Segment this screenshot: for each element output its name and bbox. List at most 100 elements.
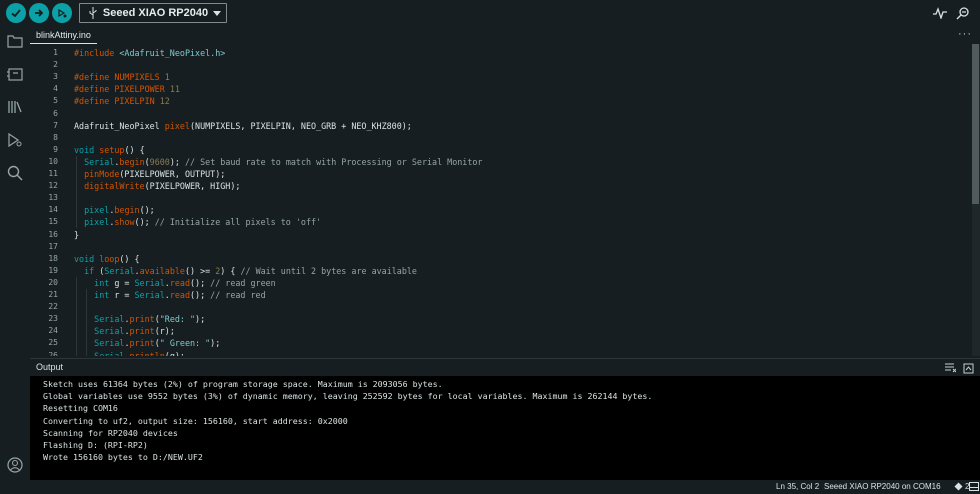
scrollbar-thumb[interactable] <box>972 44 979 204</box>
code-token: Serial <box>94 314 125 325</box>
code-token: int <box>94 277 115 288</box>
line-number: 26 <box>48 350 58 357</box>
code-token: print <box>129 338 155 349</box>
code-token: Serial <box>94 338 125 349</box>
code-token: Serial <box>94 326 125 337</box>
sketchbook-button[interactable] <box>6 32 24 50</box>
code-line[interactable]: pixel.show(); // Initialize all pixels t… <box>74 216 321 228</box>
chevron-down-icon <box>208 10 226 16</box>
code-token: <Adafruit_NeoPixel.h> <box>119 48 226 58</box>
line-number: 7 <box>53 120 58 130</box>
output-console[interactable]: Sketch uses 61364 bytes (2%) of program … <box>30 376 980 480</box>
lock-scroll-icon <box>963 363 973 373</box>
code-token: (PIXELPOWER, HIGH); <box>144 181 241 192</box>
clear-output-button[interactable] <box>944 362 956 374</box>
code-line[interactable]: pixel.begin(); <box>74 204 155 216</box>
serial-plotter-button[interactable] <box>932 5 948 21</box>
code-line[interactable]: digitalWrite(PIXELPOWER, HIGH); <box>74 180 240 192</box>
line-number: 4 <box>53 84 58 94</box>
code-line[interactable]: #define PIXELPOWER 11 <box>74 83 180 95</box>
code-line[interactable]: Serial.print(" Green: "); <box>74 337 220 349</box>
output-line: Sketch uses 61364 bytes (2%) of program … <box>43 379 443 389</box>
notifications-button[interactable]: 2 <box>954 482 969 491</box>
code-line[interactable]: pinMode(PIXELPOWER, OUTPUT); <box>74 168 225 180</box>
search-button[interactable] <box>6 164 24 182</box>
output-title: Output <box>36 362 64 372</box>
code-token: (); <box>190 290 211 300</box>
code-line[interactable]: int g = Serial.read(); // read green <box>74 277 276 289</box>
code-token: 9600 <box>149 156 170 167</box>
code-token: (); <box>139 205 155 216</box>
code-token: (g); <box>164 350 185 357</box>
code-token: ); <box>169 156 185 167</box>
code-token: // read red <box>210 290 266 300</box>
toolbar: Seeed XIAO RP2040 <box>0 0 980 26</box>
more-options-button[interactable]: ··· <box>958 26 972 42</box>
code-line[interactable]: Serial.print("Red: "); <box>74 313 205 325</box>
code-token: void <box>74 144 100 155</box>
code-token: pinMode <box>84 169 120 179</box>
code-line[interactable]: Serial.begin(9600); // Set baud rate to … <box>74 156 482 168</box>
code-line[interactable]: int r = Serial.read(); // read red <box>74 289 266 301</box>
code-line[interactable]: Serial.println(g); <box>74 350 185 357</box>
profile-button[interactable] <box>6 456 24 474</box>
code-token: loop <box>99 253 120 264</box>
line-number: 18 <box>48 253 58 263</box>
code-line[interactable]: #define NUMPIXELS 1 <box>74 71 170 83</box>
line-number: 20 <box>48 277 58 287</box>
code-line[interactable]: } <box>74 229 79 241</box>
code-token: 12 <box>159 96 170 107</box>
code-line[interactable]: #include <Adafruit_NeoPixel.h> <box>74 47 225 59</box>
line-number: 11 <box>48 169 58 178</box>
output-line: Flashing D: (RPI-RP2) <box>43 440 148 450</box>
code-line[interactable]: #define PIXELPIN 12 <box>74 95 170 107</box>
debug-panel-button[interactable] <box>6 131 24 149</box>
output-panel-header: Output <box>30 358 980 376</box>
board-port-status[interactable]: Seeed XIAO RP2040 on COM16 <box>824 482 941 491</box>
tab-blinkattiny[interactable]: blinkAttiny.ino <box>30 26 97 44</box>
line-number: 16 <box>48 229 58 239</box>
code-token: show <box>114 217 135 228</box>
line-number: 23 <box>48 314 58 324</box>
code-token: // Set baud rate to match with Processin… <box>184 156 483 167</box>
code-line[interactable]: Adafruit_NeoPixel pixel(NUMPIXELS, PIXEL… <box>74 120 412 132</box>
account-icon <box>7 457 23 473</box>
code-token: Serial <box>134 290 165 300</box>
code-token: (PIXELPOWER, OUTPUT); <box>119 169 226 179</box>
code-line[interactable]: if (Serial.available() >= 2) { // Wait u… <box>74 265 417 277</box>
monitor-icon <box>956 7 969 20</box>
code-token: read <box>169 290 190 300</box>
code-token: println <box>129 350 165 357</box>
code-token: 1 <box>164 72 170 83</box>
line-number-gutter: 1 2 3 4 5 6 7 8 9 10 11 12 13 14 15 16 17 18 19 20 21 22 23 24 2… <box>30 44 64 356</box>
output-panel-icon <box>969 482 979 491</box>
output-toggle-button[interactable] <box>969 482 979 493</box>
library-manager-button[interactable] <box>6 98 24 116</box>
line-number: 3 <box>53 72 58 82</box>
code-line[interactable]: void loop() { <box>74 253 140 265</box>
code-token: read <box>169 277 190 288</box>
board-selector[interactable]: Seeed XIAO RP2040 <box>79 3 227 23</box>
serial-monitor-button[interactable] <box>955 5 971 21</box>
line-number: 12 <box>48 181 58 191</box>
editor-scrollbar[interactable] <box>972 44 980 356</box>
upload-button[interactable] <box>29 3 49 23</box>
code-token: int <box>94 290 115 300</box>
code-area[interactable]: #include <Adafruit_NeoPixel.h> #define NU… <box>74 44 964 356</box>
output-line: Scanning for RP2040 devices <box>43 427 178 438</box>
code-editor[interactable]: 1 2 3 4 5 6 7 8 9 10 11 12 13 14 15 16 17 18 19 20 21 22 23 24 2… <box>30 44 980 356</box>
line-number: 14 <box>48 205 58 215</box>
code-line[interactable]: void setup() { <box>74 144 145 156</box>
toggle-scroll-lock-button[interactable] <box>962 362 974 374</box>
code-token: pixel <box>84 205 110 216</box>
code-line[interactable]: Serial.print(r); <box>74 325 175 337</box>
line-number: 21 <box>48 290 58 299</box>
debug-button[interactable] <box>52 3 72 23</box>
board-manager-icon <box>7 68 23 81</box>
verify-button[interactable] <box>6 3 26 23</box>
boards-manager-button[interactable] <box>6 65 24 83</box>
